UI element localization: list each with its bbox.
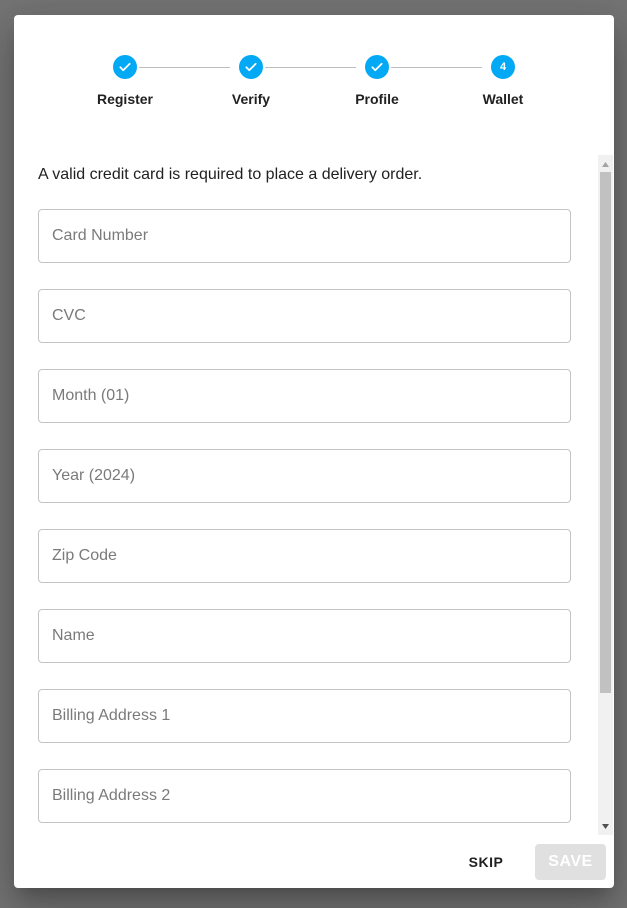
stepper: Register Verify Profile 4 Wallet xyxy=(14,15,614,155)
step-label: Profile xyxy=(355,91,399,107)
billing-address-2-input[interactable] xyxy=(39,770,570,822)
wallet-dialog: Register Verify Profile 4 Wallet A valid… xyxy=(14,15,614,888)
name-input[interactable] xyxy=(39,610,570,662)
check-icon xyxy=(119,62,131,72)
step-register: Register xyxy=(85,55,165,107)
skip-button[interactable]: SKIP xyxy=(455,844,517,880)
step-label: Register xyxy=(96,91,154,107)
billing-address-1-input[interactable] xyxy=(39,690,570,742)
step-complete-badge xyxy=(365,55,389,79)
month-field xyxy=(38,369,571,423)
form-intro-text: A valid credit card is required to place… xyxy=(38,166,423,183)
cvc-input[interactable] xyxy=(39,290,570,342)
scrollbar-thumb[interactable] xyxy=(600,172,611,693)
step-number-badge: 4 xyxy=(491,55,515,79)
year-input[interactable] xyxy=(39,450,570,502)
card-number-field xyxy=(38,209,571,263)
form-scroll-area[interactable]: A valid credit card is required to place… xyxy=(14,155,597,830)
month-input[interactable] xyxy=(39,370,570,422)
billing-address-1-field xyxy=(38,689,571,743)
billing-address-2-field xyxy=(38,769,571,823)
step-complete-badge xyxy=(113,55,137,79)
zip-code-input[interactable] xyxy=(39,530,570,582)
step-profile: Profile xyxy=(337,55,417,107)
dialog-actions: SKIP SAVE xyxy=(14,835,614,888)
check-icon xyxy=(245,62,257,72)
scroll-up-arrow-icon[interactable] xyxy=(598,157,613,171)
step-label: Wallet xyxy=(482,91,524,107)
step-complete-badge xyxy=(239,55,263,79)
step-verify: Verify xyxy=(211,55,291,107)
scroll-down-arrow-icon[interactable] xyxy=(598,819,613,833)
step-label: Verify xyxy=(231,91,271,107)
step-wallet: 4 Wallet xyxy=(463,55,543,107)
check-icon xyxy=(371,62,383,72)
year-field xyxy=(38,449,571,503)
zip-code-field xyxy=(38,529,571,583)
cvc-field xyxy=(38,289,571,343)
save-button[interactable]: SAVE xyxy=(535,844,606,880)
vertical-scrollbar[interactable] xyxy=(598,155,613,835)
name-field xyxy=(38,609,571,663)
card-number-input[interactable] xyxy=(39,210,570,262)
